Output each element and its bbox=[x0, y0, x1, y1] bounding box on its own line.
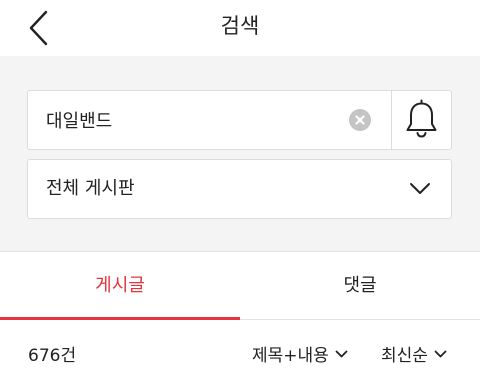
chevron-down-icon bbox=[434, 350, 447, 358]
sort-filter-dropdown[interactable]: 최신순 bbox=[381, 344, 447, 368]
keyword-alert-button[interactable] bbox=[392, 91, 451, 149]
chevron-down-icon bbox=[335, 350, 348, 358]
result-tabs: 게시글 댓글 bbox=[0, 252, 480, 320]
scope-filter-label: 제목+내용 bbox=[252, 346, 329, 366]
search-box bbox=[27, 90, 452, 150]
result-bar: 676건 제목+내용 최신순 bbox=[0, 320, 480, 386]
tab-posts-label: 게시글 bbox=[95, 275, 145, 296]
board-select[interactable]: 전체 게시판 bbox=[27, 159, 452, 219]
search-panel: 전체 게시판 bbox=[0, 56, 480, 252]
tab-comments[interactable]: 댓글 bbox=[240, 252, 480, 319]
search-input[interactable] bbox=[46, 91, 346, 149]
scope-filter-dropdown[interactable]: 제목+내용 bbox=[252, 344, 348, 368]
chevron-down-icon bbox=[410, 183, 430, 194]
tab-comments-label: 댓글 bbox=[343, 275, 377, 296]
app-header: 검색 bbox=[0, 0, 480, 56]
clear-search-button[interactable] bbox=[349, 109, 371, 131]
sort-filter-label: 최신순 bbox=[381, 346, 428, 366]
tab-posts[interactable]: 게시글 bbox=[0, 252, 240, 320]
board-select-value: 전체 게시판 bbox=[46, 178, 135, 199]
result-count: 676건 bbox=[28, 346, 77, 366]
bell-icon bbox=[406, 99, 437, 138]
clear-circle-icon bbox=[355, 115, 365, 125]
page-title: 검색 bbox=[220, 14, 260, 38]
